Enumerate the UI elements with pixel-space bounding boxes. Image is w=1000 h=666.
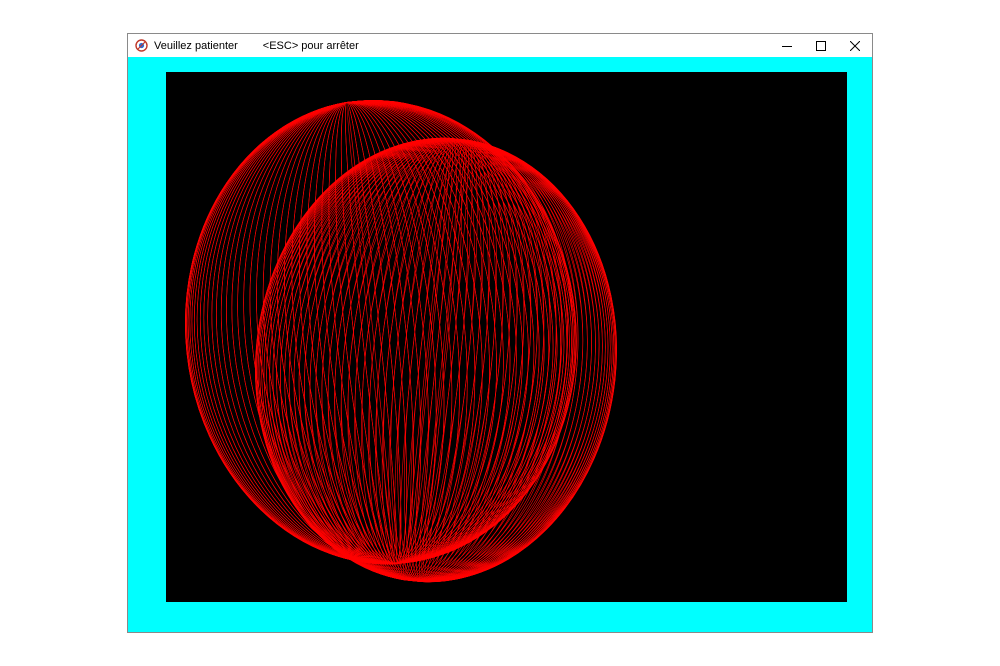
mesh-ellipse [261,138,615,583]
ellipse-mesh [185,100,617,583]
escape-hint: <ESC> pour arrêter [262,39,359,52]
window-title: Veuillez patienter [154,39,238,52]
mesh-ellipse [269,101,476,565]
title-bar[interactable]: Veuillez patienter <ESC> pour arrêter [128,34,872,57]
mesh-ellipse [266,137,600,582]
maximize-icon [816,40,826,51]
mesh-ellipse [276,101,468,565]
mesh-ellipse [272,138,606,583]
maximize-button[interactable] [804,34,838,57]
mesh-ellipse [186,100,572,565]
minimize-icon [782,45,792,47]
window-controls [770,34,872,57]
mesh-ellipse [186,100,572,565]
drawing-canvas [166,72,847,602]
mesh-ellipse [276,101,468,565]
app-window: Veuillez patienter <ESC> pour arrêter [127,33,873,633]
close-button[interactable] [838,34,872,57]
app-icon [135,39,148,52]
close-icon [850,40,860,51]
spiral-figure [185,100,617,583]
mesh-ellipse [269,101,476,565]
minimize-button[interactable] [770,34,804,57]
client-area [128,57,872,632]
